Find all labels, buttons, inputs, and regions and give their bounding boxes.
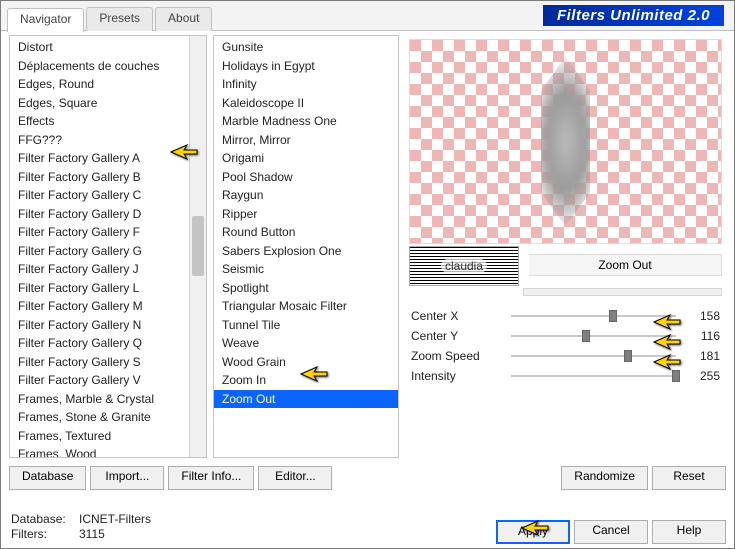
list-item[interactable]: Kaleidoscope II — [214, 94, 398, 113]
tab-about[interactable]: About — [155, 7, 212, 31]
list-item[interactable]: Effects — [10, 112, 206, 131]
list-item[interactable]: Edges, Round — [10, 75, 206, 94]
slider-row: Center X 158 — [411, 306, 720, 326]
editor-button[interactable]: Editor... — [258, 466, 332, 490]
database-button[interactable]: Database — [9, 466, 86, 490]
category-list[interactable]: DistortDéplacements de couchesEdges, Rou… — [10, 36, 206, 458]
list-item[interactable]: Wood Grain — [214, 353, 398, 372]
slider-track[interactable] — [511, 335, 676, 337]
spacer — [336, 466, 557, 490]
watermark-text: claudia — [441, 259, 487, 273]
list-item[interactable]: Ripper — [214, 205, 398, 224]
list-item[interactable]: Infinity — [214, 75, 398, 94]
list-item[interactable]: Origami — [214, 149, 398, 168]
slider-label: Zoom Speed — [411, 349, 501, 363]
right-panel: claudia Zoom Out Center X 158 Center Y 116 Z… — [405, 35, 726, 458]
slider-label: Center X — [411, 309, 501, 323]
list-item[interactable]: Gunsite — [214, 38, 398, 57]
slider-label: Intensity — [411, 369, 501, 383]
list-item[interactable]: FFG??? — [10, 131, 206, 150]
brand-title: Filters Unlimited 2.0 — [543, 5, 724, 26]
import-button[interactable]: Import... — [90, 466, 164, 490]
list-item[interactable]: Mirror, Mirror — [214, 131, 398, 150]
list-item[interactable]: Triangular Mosaic Filter — [214, 297, 398, 316]
randomize-button[interactable]: Randomize — [561, 466, 648, 490]
toolbar-row: Database Import... Filter Info... Editor… — [9, 466, 726, 490]
apply-button[interactable]: Apply — [496, 520, 570, 544]
slider-track[interactable] — [511, 375, 676, 377]
slider-thumb[interactable] — [624, 350, 632, 362]
slider-value: 181 — [686, 349, 720, 363]
list-item[interactable]: Edges, Square — [10, 94, 206, 113]
progress-bar — [523, 288, 722, 296]
list-item[interactable]: Filter Factory Gallery G — [10, 242, 206, 261]
list-item[interactable]: Marble Madness One — [214, 112, 398, 131]
preview-shape — [531, 57, 601, 227]
list-item[interactable]: Frames, Marble & Crystal — [10, 390, 206, 409]
category-list-panel: DistortDéplacements de couchesEdges, Rou… — [9, 35, 207, 458]
header-bar: Navigator Presets About Filters Unlimite… — [1, 1, 734, 31]
list-item[interactable]: Filter Factory Gallery A — [10, 149, 206, 168]
list-item[interactable]: Filter Factory Gallery C — [10, 186, 206, 205]
list-item[interactable]: Filter Factory Gallery V — [10, 371, 206, 390]
list-item[interactable]: Déplacements de couches — [10, 57, 206, 76]
list-item[interactable]: Filter Factory Gallery F — [10, 223, 206, 242]
filter-title-row: claudia Zoom Out — [409, 244, 722, 286]
slider-thumb[interactable] — [609, 310, 617, 322]
slider-thumb[interactable] — [672, 370, 680, 382]
list-item[interactable]: Frames, Wood — [10, 445, 206, 458]
scrollbar-thumb[interactable] — [192, 216, 204, 276]
list-item[interactable]: Filter Factory Gallery L — [10, 279, 206, 298]
list-item[interactable]: Round Button — [214, 223, 398, 242]
list-item[interactable]: Filter Factory Gallery D — [10, 205, 206, 224]
slider-label: Center Y — [411, 329, 501, 343]
filter-info-button[interactable]: Filter Info... — [168, 466, 254, 490]
cancel-button[interactable]: Cancel — [574, 520, 648, 544]
list-item[interactable]: Distort — [10, 38, 206, 57]
slider-track[interactable] — [511, 315, 676, 317]
list-item[interactable]: Sabers Explosion One — [214, 242, 398, 261]
list-item[interactable]: Spotlight — [214, 279, 398, 298]
slider-value: 116 — [686, 329, 720, 343]
list-item[interactable]: Filter Factory Gallery B — [10, 168, 206, 187]
filter-list-panel: GunsiteHolidays in EgyptInfinityKaleidos… — [213, 35, 399, 458]
reset-button[interactable]: Reset — [652, 466, 726, 490]
dialog-buttons: Apply Cancel Help — [9, 520, 726, 544]
scrollbar[interactable] — [189, 36, 206, 457]
list-item[interactable]: Zoom Out — [214, 390, 398, 409]
tab-navigator[interactable]: Navigator — [7, 8, 84, 32]
slider-row: Intensity 255 — [411, 366, 720, 386]
slider-row: Center Y 116 — [411, 326, 720, 346]
slider-value: 158 — [686, 309, 720, 323]
watermark-stamp: claudia — [409, 246, 519, 286]
window: Navigator Presets About Filters Unlimite… — [0, 0, 735, 549]
slider-value: 255 — [686, 369, 720, 383]
slider-thumb[interactable] — [582, 330, 590, 342]
help-button[interactable]: Help — [652, 520, 726, 544]
filter-title: Zoom Out — [529, 254, 722, 276]
filter-list[interactable]: GunsiteHolidays in EgyptInfinityKaleidos… — [214, 36, 398, 410]
list-item[interactable]: Seismic — [214, 260, 398, 279]
main-area: DistortDéplacements de couchesEdges, Rou… — [9, 35, 726, 458]
list-item[interactable]: Raygun — [214, 186, 398, 205]
list-item[interactable]: Filter Factory Gallery Q — [10, 334, 206, 353]
list-item[interactable]: Frames, Stone & Granite — [10, 408, 206, 427]
list-item[interactable]: Frames, Textured — [10, 427, 206, 446]
tab-presets[interactable]: Presets — [86, 7, 153, 31]
list-item[interactable]: Filter Factory Gallery S — [10, 353, 206, 372]
list-item[interactable]: Pool Shadow — [214, 168, 398, 187]
list-item[interactable]: Weave — [214, 334, 398, 353]
slider-row: Zoom Speed 181 — [411, 346, 720, 366]
slider-track[interactable] — [511, 355, 676, 357]
list-item[interactable]: Filter Factory Gallery J — [10, 260, 206, 279]
list-item[interactable]: Zoom In — [214, 371, 398, 390]
parameter-sliders: Center X 158 Center Y 116 Zoom Speed 181 Inten… — [411, 306, 720, 386]
list-item[interactable]: Filter Factory Gallery M — [10, 297, 206, 316]
preview — [409, 39, 722, 244]
list-item[interactable]: Tunnel Tile — [214, 316, 398, 335]
tabs: Navigator Presets About — [7, 7, 212, 31]
list-item[interactable]: Filter Factory Gallery N — [10, 316, 206, 335]
list-item[interactable]: Holidays in Egypt — [214, 57, 398, 76]
